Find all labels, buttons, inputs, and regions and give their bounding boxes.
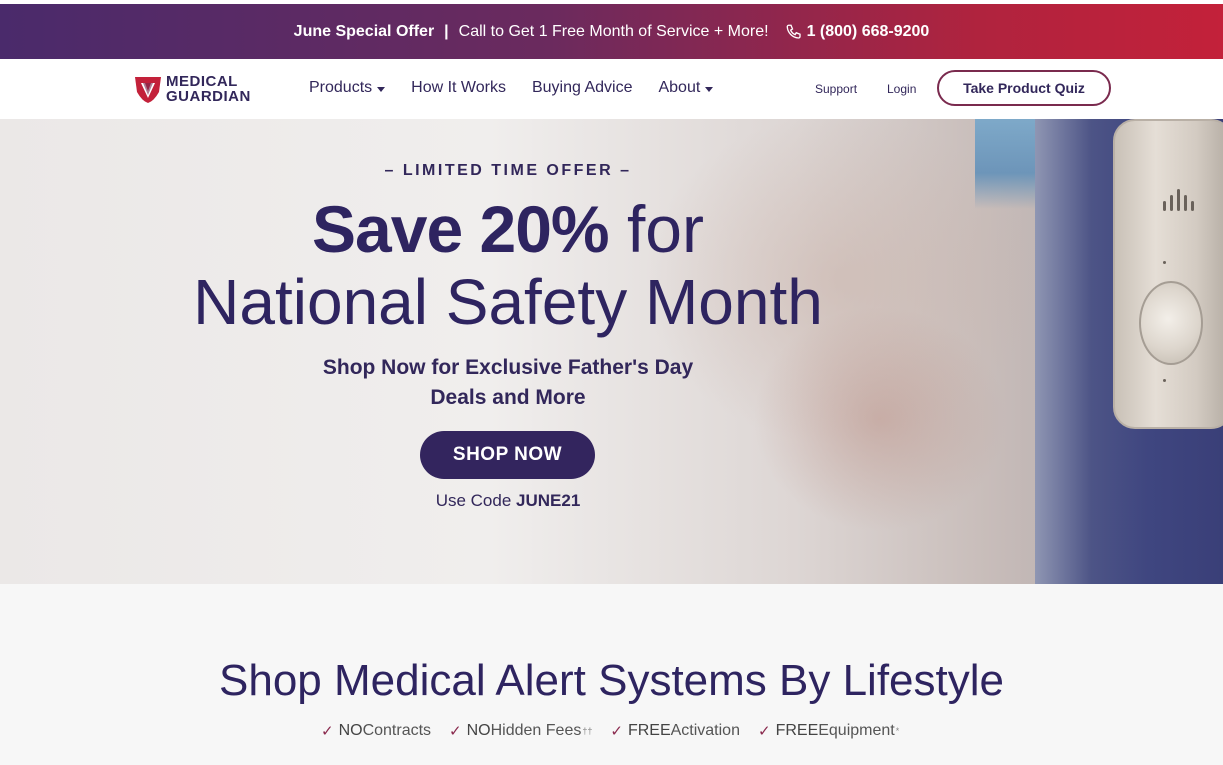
feature-text: Contracts (362, 722, 432, 739)
speaker-grille (1163, 189, 1194, 211)
feature-strong: FREE (627, 722, 671, 739)
promo-separator: | (444, 22, 449, 40)
hero-headline-bold: Save 20% (312, 192, 610, 266)
feature-text: Hidden Fees (490, 722, 582, 739)
logo-line-1: MEDICAL (166, 73, 238, 90)
chevron-down-icon (705, 86, 714, 92)
nav-item-label: About (658, 79, 701, 96)
nav-item-label: How It Works (411, 79, 506, 96)
lifestyle-title: Shop Medical Alert Systems By Lifestyle (219, 656, 1004, 705)
promo-bar: June Special Offer | Call to Get 1 Free … (0, 4, 1223, 59)
nav-item-products[interactable]: Products (309, 79, 386, 97)
nav-item-label: Buying Advice (531, 79, 633, 96)
feature-strong: NO (338, 722, 363, 739)
checkmark-icon: ✓ (449, 723, 462, 740)
feature-text: Equipment (818, 722, 895, 739)
hero-subhead: Shop Now for Exclusive Father's Day Deal… (0, 353, 1016, 413)
medical-alert-device-image (1113, 119, 1223, 429)
logo-line-2: GUARDIAN (166, 88, 251, 105)
hero-headline-light: for (608, 192, 704, 266)
promo-code-line: Use Code JUNE21 (0, 491, 1016, 511)
hero-subhead-line-2: Deals and More (430, 386, 586, 409)
promo-phone-number: 1 (800) 668-9200 (806, 22, 930, 40)
promo-phone-link[interactable]: 1 (800) 668-9200 (785, 22, 930, 41)
chevron-down-icon (377, 86, 386, 92)
logo-text: MEDICAL GUARDIAN (166, 74, 251, 104)
take-product-quiz-button[interactable]: Take Product Quiz (937, 70, 1111, 106)
promo-code: JUNE21 (516, 491, 581, 510)
promo-offer-title: June Special Offer (293, 22, 435, 40)
feature-strong: NO (466, 722, 491, 739)
nav-item-how-it-works[interactable]: How It Works (411, 79, 506, 97)
login-link[interactable]: Login (887, 82, 916, 96)
shop-now-button[interactable]: SHOP NOW (420, 431, 595, 479)
support-link[interactable]: Support (815, 82, 857, 96)
feature-strong: FREE (775, 722, 819, 739)
feature-text: Activation (670, 722, 740, 739)
device-help-button (1139, 281, 1203, 365)
feature-footnote-mark: * (895, 726, 900, 736)
checkmark-icon: ✓ (757, 723, 771, 740)
nav-item-about[interactable]: About (658, 79, 714, 97)
feature-list: ✓ NO Contracts ✓ NO Hidden Fees †† ✓ FREE… (321, 722, 899, 740)
feature-item: ✓ FREE Equipment * (758, 722, 899, 740)
feature-item: ✓ NO Contracts (321, 722, 431, 740)
lifestyle-section: Shop Medical Alert Systems By Lifestyle … (0, 584, 1223, 765)
promo-code-prefix: Use Code (435, 491, 517, 510)
feature-item: ✓ FREE Activation (610, 722, 740, 740)
medical-guardian-logo[interactable]: MEDICAL GUARDIAN (134, 74, 251, 104)
hero-subhead-line-1: Shop Now for Exclusive Father's Day (322, 356, 694, 379)
checkmark-icon: ✓ (610, 723, 623, 740)
shield-logo-icon (135, 77, 161, 103)
hero-headline-line-2: National Safety Month (193, 266, 823, 338)
hero-eyebrow: – LIMITED TIME OFFER – (384, 162, 632, 179)
hero-headline: Save 20% for (0, 189, 1016, 269)
nav-item-label: Products (309, 79, 373, 96)
promo-offer-text: Call to Get 1 Free Month of Service + Mo… (458, 22, 769, 40)
feature-item: ✓ NO Hidden Fees †† (449, 722, 592, 740)
main-nav: Products How It Works Buying Advice Abou… (309, 79, 714, 97)
site-header: MEDICAL GUARDIAN Products How It Works B… (0, 59, 1223, 119)
nav-item-buying-advice[interactable]: Buying Advice (532, 79, 633, 97)
checkmark-icon: ✓ (321, 723, 334, 740)
hero-content: – LIMITED TIME OFFER – Save 20% for Nati… (0, 119, 1016, 584)
hero-banner: – LIMITED TIME OFFER – Save 20% for Nati… (0, 119, 1223, 584)
phone-icon (786, 24, 801, 39)
feature-footnote-mark: †† (582, 726, 593, 736)
